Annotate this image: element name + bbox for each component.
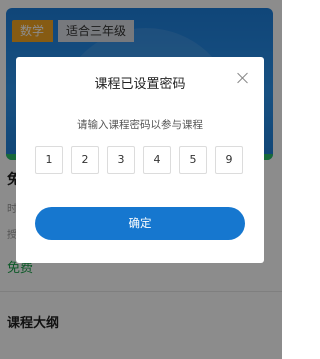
password-dialog: 课程已设置密码 请输入课程密码以参与课程 1 2 3 4 5 9 确定 <box>16 57 264 263</box>
confirm-button[interactable]: 确定 <box>35 207 245 240</box>
password-digit-2[interactable]: 2 <box>71 146 99 174</box>
password-digit-1[interactable]: 1 <box>35 146 63 174</box>
password-digit-6[interactable]: 9 <box>215 146 243 174</box>
dialog-title: 课程已设置密码 <box>94 77 186 92</box>
close-icon[interactable] <box>236 71 250 85</box>
course-detail-page: 数学 适合三年级 免 时 授 免费 课程大纲 课程已设置密码 请输入课程密码以参… <box>0 0 282 359</box>
password-digit-3[interactable]: 3 <box>107 146 135 174</box>
password-digit-5[interactable]: 5 <box>179 146 207 174</box>
dialog-hint: 请输入课程密码以参与课程 <box>77 119 203 131</box>
password-digit-4[interactable]: 4 <box>143 146 171 174</box>
password-digit-row: 1 2 3 4 5 9 <box>35 146 247 174</box>
